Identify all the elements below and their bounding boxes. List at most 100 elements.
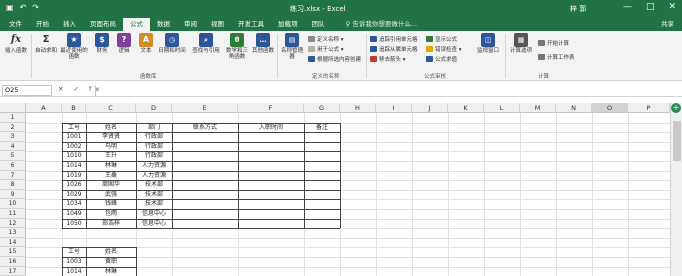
table1-header[interactable]: 入职时间 [238,123,304,133]
save-icon[interactable]: ▣ [6,3,14,12]
remove-arrows-button[interactable]: 移去箭头 ▾ [370,55,406,63]
table2-header[interactable]: 姓名 [86,247,136,257]
row-header[interactable]: 3 [0,132,26,142]
table1-cell[interactable]: 1010 [62,151,86,161]
table2-cell[interactable]: 黄职 [86,257,136,267]
row-header[interactable]: 1 [0,113,26,123]
table1-cell[interactable]: 1034 [62,199,86,209]
table1-cell[interactable]: 武强 [86,190,136,200]
col-header-b[interactable]: B [62,103,86,113]
row-header[interactable]: 11 [0,209,26,219]
table1-cell[interactable]: 信息中心 [136,219,172,229]
col-header-j[interactable]: J [412,103,448,113]
col-header-m[interactable]: M [520,103,556,113]
math-trig-button[interactable]: θ 数学和三角函数 [224,33,250,60]
table1-cell[interactable]: 行政部 [136,132,172,142]
scrollbar-thumb[interactable] [673,121,681,161]
more-functions-button[interactable]: … 其他函数 [252,33,274,54]
row-header[interactable]: 2 [0,122,26,133]
trace-dependents-button[interactable]: 追踪从属单元格 [370,45,418,53]
tab-view[interactable]: 视图 [204,18,231,31]
row-header[interactable]: 10 [0,199,26,209]
create-from-selection-button[interactable]: 根据所选内容创建 [308,55,361,63]
table1-header[interactable]: 姓名 [86,123,136,133]
tab-team[interactable]: 团队 [305,18,332,31]
autosum-button[interactable]: Σ 自动求和 [34,33,58,55]
row-header[interactable]: 15 [0,247,26,257]
row-header[interactable]: 16 [0,257,26,267]
error-checking-button[interactable]: 错误检查 ▾ [426,45,462,53]
tab-review[interactable]: 审阅 [177,18,204,31]
table1-cell[interactable]: 行政部 [136,151,172,161]
calculate-now-button[interactable]: 开始计算 [538,39,569,47]
table1-cell[interactable]: 马明 [86,142,136,152]
table2-cell[interactable]: 1014 [62,267,86,276]
tab-page-layout[interactable]: 页面布局 [83,18,123,31]
table1-cell[interactable]: 1014 [62,161,86,171]
col-header-g[interactable]: G [304,103,340,113]
col-header-k[interactable]: K [448,103,484,113]
financial-button[interactable]: $ 财务 [92,33,112,54]
redo-icon[interactable]: ↷ [32,3,39,12]
table1-cell[interactable]: 1049 [62,209,86,219]
use-in-formula-button[interactable]: 用于公式 ▾ [308,45,344,53]
evaluate-formula-button[interactable]: 公式求值 [426,55,457,63]
add-icon[interactable]: + [671,103,681,113]
tab-home[interactable]: 开始 [29,18,56,31]
table1-cell[interactable]: 李贤贤 [86,132,136,142]
table1-cell[interactable]: 人力资源 [136,161,172,171]
name-box[interactable]: O25 [2,85,52,96]
table1-cell[interactable]: 钱峰 [86,199,136,209]
vertical-scrollbar[interactable] [670,103,682,276]
col-header-n[interactable]: N [556,103,592,113]
undo-icon[interactable]: ↶ [20,3,27,12]
table1-cell[interactable]: 王升 [86,151,136,161]
tab-addins[interactable]: 加载项 [271,18,305,31]
table1-header[interactable]: 备注 [304,123,340,133]
table1-header[interactable]: 工号 [62,123,86,133]
table1-cell[interactable]: 技术部 [136,199,172,209]
table1-cell[interactable]: 1019 [62,171,86,181]
row-header[interactable]: 7 [0,170,26,181]
row-header[interactable]: 14 [0,237,26,248]
tell-me-search[interactable]: ♀ 告诉我你想要做什么... [346,18,418,31]
logical-button[interactable]: ? 逻辑 [114,33,134,54]
name-manager-button[interactable]: ▤ 名称管理器 [280,33,304,60]
calculate-sheet-button[interactable]: 计算工作表 [538,53,575,61]
recent-functions-button[interactable]: ★ 最近使用的函数 [60,33,88,60]
row-header[interactable]: 8 [0,180,26,190]
row-header[interactable]: 9 [0,189,26,200]
table1-cell[interactable]: 1026 [62,180,86,190]
table1-cell[interactable]: 人力资源 [136,171,172,181]
define-name-button[interactable]: 定义名称 ▾ [308,35,344,43]
table1-cell[interactable]: 行政部 [136,142,172,152]
col-header-f[interactable]: F [238,103,304,113]
col-header-d[interactable]: D [136,103,172,113]
table1-cell[interactable]: 包雨 [86,209,136,219]
table1-cell[interactable]: 王桑 [86,171,136,181]
table1-cell[interactable]: 信息中心 [136,209,172,219]
row-header[interactable]: 13 [0,228,26,238]
row-header[interactable]: 17 [0,266,26,276]
tab-data[interactable]: 数据 [150,18,177,31]
table1-cell[interactable]: 技术部 [136,180,172,190]
col-header-h[interactable]: H [340,103,376,113]
select-all-corner[interactable] [0,103,26,113]
table1-cell[interactable]: 郑浩梓 [86,219,136,229]
lookup-reference-button[interactable]: ⌕ 查找与引用 [190,33,222,54]
col-header-a[interactable]: A [26,103,62,113]
trace-precedents-button[interactable]: 追踪引用单元格 [370,35,418,43]
datetime-button[interactable]: ◷ 日期和时间 [158,33,186,54]
share-button[interactable]: 共享 [661,18,674,31]
minimize-button[interactable]: — [623,2,632,12]
user-name[interactable]: 梓 郭 [570,4,586,14]
formula-input[interactable] [95,85,678,96]
col-header-l[interactable]: L [484,103,520,113]
table1-cell[interactable]: 技术部 [136,190,172,200]
table1-cell[interactable]: 周国华 [86,180,136,190]
table1-cell[interactable]: 林琳 [86,161,136,171]
text-button[interactable]: A 文本 [136,33,156,54]
row-header[interactable]: 4 [0,141,26,152]
col-header-c[interactable]: C [86,103,136,113]
table2-header[interactable]: 工号 [62,247,86,257]
